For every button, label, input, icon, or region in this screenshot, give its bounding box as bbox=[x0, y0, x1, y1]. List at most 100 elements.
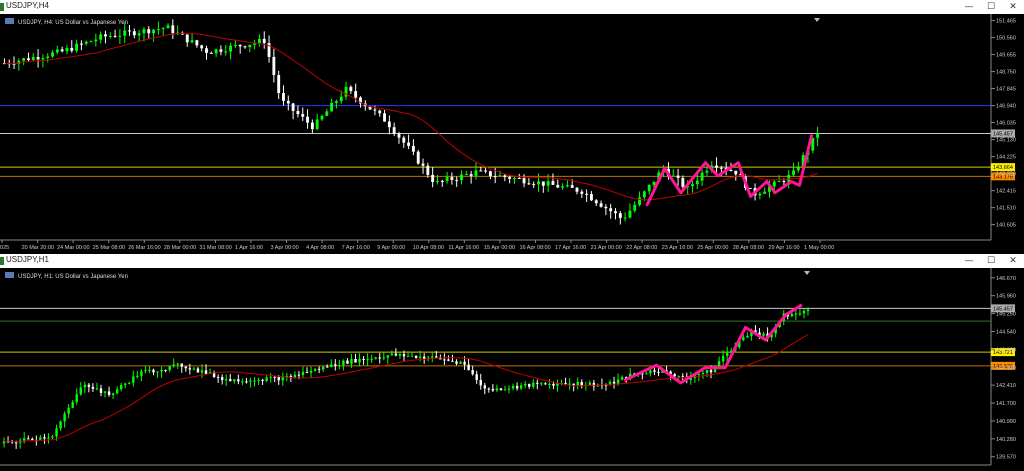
candle-body bbox=[286, 100, 290, 104]
candle-body bbox=[160, 369, 163, 372]
candle-body bbox=[467, 364, 470, 371]
candle-body bbox=[705, 369, 709, 373]
candle-body bbox=[700, 172, 704, 181]
minimize-button[interactable]: — bbox=[960, 255, 978, 267]
candle-body bbox=[792, 170, 795, 175]
candle-body bbox=[111, 393, 115, 395]
price-axis-label: 150.560 bbox=[996, 36, 1016, 42]
candle-body bbox=[132, 31, 136, 36]
chart-window-icon bbox=[0, 257, 4, 265]
candle-body bbox=[469, 174, 473, 176]
candle-body bbox=[491, 388, 495, 391]
candle-body bbox=[370, 358, 373, 360]
candle-body bbox=[164, 369, 167, 371]
maximize-button[interactable]: ☐ bbox=[982, 255, 1000, 267]
candle-body bbox=[794, 313, 798, 315]
candle-body bbox=[262, 38, 266, 44]
candle-body bbox=[548, 383, 551, 385]
candle-body bbox=[84, 41, 88, 44]
chart-window-h1[interactable]: USDJPY,H1 — ☐ ✕ USDJPY, H1: US Dollar vs… bbox=[0, 254, 1024, 471]
candle-body bbox=[695, 180, 699, 185]
candle-body bbox=[374, 357, 377, 359]
candle-body bbox=[31, 438, 34, 441]
candle-body bbox=[245, 381, 248, 383]
candle-body bbox=[46, 56, 50, 58]
candle-body bbox=[253, 380, 256, 382]
candle-body bbox=[551, 181, 555, 185]
candle-body bbox=[306, 116, 309, 123]
candle-body bbox=[51, 52, 54, 57]
candle-body bbox=[673, 374, 676, 377]
price-axis-label: 148.750 bbox=[996, 70, 1016, 76]
candle-body bbox=[168, 365, 171, 371]
candle-body bbox=[616, 379, 620, 384]
time-axis-label: 17 Apr 16:00 bbox=[555, 245, 586, 251]
candle-body bbox=[406, 356, 410, 358]
candle-body bbox=[51, 436, 54, 438]
candle-body bbox=[677, 376, 680, 378]
candle-body bbox=[83, 384, 87, 388]
title-bar[interactable]: USDJPY,H4 — ☐ ✕ bbox=[0, 0, 1024, 15]
price-axis-label: 140.280 bbox=[996, 437, 1016, 443]
candle-body bbox=[277, 74, 281, 94]
price-axis-label: 140.605 bbox=[996, 223, 1016, 229]
candle-body bbox=[55, 49, 59, 53]
candle-body bbox=[407, 142, 411, 146]
chart-label-group: USDJPY, H4: US Dollar vs Japanese Yen bbox=[5, 18, 128, 26]
close-button[interactable]: ✕ bbox=[1004, 1, 1022, 13]
candle-body bbox=[350, 358, 353, 364]
candle-body bbox=[60, 49, 64, 52]
candle-body bbox=[541, 181, 545, 186]
candle-body bbox=[115, 389, 119, 394]
candle-body bbox=[763, 191, 767, 194]
candle-body bbox=[618, 213, 622, 218]
time-axis-label: 15 Apr 00:00 bbox=[484, 245, 515, 251]
candle-body bbox=[366, 358, 369, 360]
candle-body bbox=[358, 358, 361, 363]
candle-body bbox=[588, 382, 592, 385]
candle-body bbox=[552, 383, 555, 386]
candle-body bbox=[27, 438, 30, 440]
candle-body bbox=[493, 176, 497, 178]
candle-body bbox=[440, 180, 444, 182]
maximize-button[interactable]: ☐ bbox=[982, 1, 1000, 13]
candle-body bbox=[190, 40, 194, 43]
time-axis-label: 16 Apr 08:00 bbox=[519, 245, 550, 251]
time-axis-label: 24 Mar 00:00 bbox=[57, 245, 89, 251]
candle-body bbox=[269, 376, 272, 378]
chart-window-h4[interactable]: USDJPY,H4 — ☐ ✕ USDJPY, H4: US Dollar vs… bbox=[0, 0, 1024, 254]
time-axis-label: 9 Apr 00:00 bbox=[377, 245, 405, 251]
price-chart-h1[interactable]: USDJPY, H1: US Dollar vs Japanese Yen 14… bbox=[0, 268, 1024, 471]
price-axis-label: 147.845 bbox=[996, 87, 1016, 93]
time-axis-label: 25 Mar 08:00 bbox=[93, 245, 125, 251]
candle-body bbox=[31, 56, 35, 61]
candle-body bbox=[523, 383, 527, 386]
candle-body bbox=[147, 29, 151, 34]
price-axis-label: 146.940 bbox=[996, 104, 1016, 110]
candle-body bbox=[556, 184, 560, 188]
candle-body bbox=[373, 109, 377, 111]
candle-body bbox=[301, 114, 305, 117]
candle-body bbox=[59, 421, 62, 429]
candle-body bbox=[513, 177, 516, 179]
candle-body bbox=[483, 385, 486, 389]
candle-body bbox=[137, 33, 141, 36]
candle-body bbox=[349, 86, 353, 92]
price-axis-label: 142.410 bbox=[996, 383, 1016, 389]
price-axis-label: 140.990 bbox=[996, 419, 1016, 425]
candle-body bbox=[103, 391, 107, 393]
candle-body bbox=[580, 191, 584, 194]
candle-body bbox=[238, 44, 242, 47]
candle-body bbox=[192, 368, 196, 370]
candle-body bbox=[142, 29, 146, 34]
title-bar[interactable]: USDJPY,H1 — ☐ ✕ bbox=[0, 254, 1024, 269]
price-chart-h4[interactable]: USDJPY, H4: US Dollar vs Japanese Yen 14… bbox=[0, 14, 1024, 254]
candle-body bbox=[23, 438, 26, 441]
candle-body bbox=[777, 181, 781, 183]
time-axis-label: 28 Mar 00:00 bbox=[164, 245, 196, 251]
candle-body bbox=[293, 374, 297, 378]
candle-body bbox=[249, 380, 252, 382]
close-button[interactable]: ✕ bbox=[1004, 255, 1022, 267]
minimize-button[interactable]: — bbox=[960, 1, 978, 13]
candle-body bbox=[697, 373, 701, 376]
